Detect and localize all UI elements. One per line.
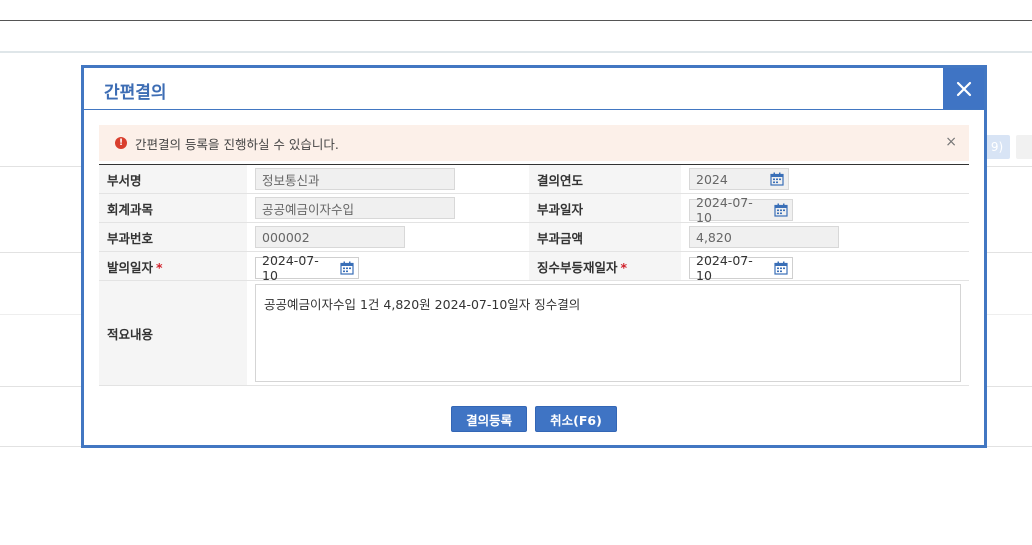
account-field: 공공예금이자수입 <box>255 197 455 219</box>
levy-number-field: 000002 <box>255 226 405 248</box>
proposal-date-field[interactable]: 2024-07-10 <box>255 253 359 283</box>
background-divider <box>0 51 1032 53</box>
dept-label: 부서명 <box>99 164 247 194</box>
calendar-icon[interactable] <box>766 169 788 189</box>
ledger-date-label: 징수부등재일자 * <box>529 251 681 281</box>
year-label: 결의연도 <box>529 164 681 194</box>
levy-number-label: 부과번호 <box>99 222 247 252</box>
background-button: 9) <box>984 135 1010 159</box>
levy-date-field: 2024-07-10 <box>689 195 793 225</box>
proposal-date-label-text: 발의일자 <box>107 259 154 275</box>
alert-close-button[interactable]: × <box>945 134 957 150</box>
levy-amount-label: 부과금액 <box>529 222 681 252</box>
account-label: 회계과목 <box>99 193 247 223</box>
summary-label: 적요내용 <box>99 280 247 386</box>
dept-field: 정보통신과 <box>255 168 455 190</box>
form-row: 발의일자 * 2024-07-10 징수부등재일자 * 2024-07-10 <box>99 251 969 283</box>
levy-date-label: 부과일자 <box>529 193 681 223</box>
dialog-header: 간편결의 <box>84 68 984 110</box>
resolution-form: 부서명 정보통신과 결의연도 2024 회계과목 공공예금이자수입 부과일자 2… <box>99 164 969 386</box>
form-row: 부서명 정보통신과 결의연도 2024 <box>99 164 969 194</box>
calendar-icon[interactable] <box>336 258 358 278</box>
levy-date-value: 2024-07-10 <box>696 194 753 225</box>
calendar-icon[interactable] <box>770 200 792 220</box>
dialog-close-button[interactable] <box>943 68 984 109</box>
ledger-date-field[interactable]: 2024-07-10 <box>689 253 793 283</box>
alert-message: 간편결의 등록을 진행하실 수 있습니다. <box>135 136 339 152</box>
required-mark: * <box>156 259 163 275</box>
calendar-icon[interactable] <box>770 258 792 278</box>
alert-circle-icon: ! <box>115 137 127 149</box>
form-row: 적요내용 공공예금이자수입 1건 4,820원 2024-07-10일자 징수결… <box>99 280 969 386</box>
register-resolution-button[interactable]: 결의등록 <box>451 406 528 432</box>
form-row: 회계과목 공공예금이자수입 부과일자 2024-07-10 <box>99 193 969 225</box>
background-divider <box>0 20 1032 21</box>
proposal-date-label: 발의일자 * <box>99 251 247 281</box>
proposal-date-value[interactable]: 2024-07-10 <box>256 253 336 283</box>
levy-amount-field: 4,820 <box>689 226 839 248</box>
info-alert: ! 간편결의 등록을 진행하실 수 있습니다. × <box>99 125 969 161</box>
background-button <box>1016 135 1032 159</box>
cancel-button[interactable]: 취소(F6) <box>535 406 617 432</box>
simple-resolution-dialog: 간편결의 ! 간편결의 등록을 진행하실 수 있습니다. × 부서명 정보통신과… <box>81 65 987 448</box>
year-value: 2024 <box>696 171 728 187</box>
dialog-title: 간편결의 <box>104 83 167 103</box>
dialog-footer: 결의등록 취소(F6) <box>84 406 984 432</box>
summary-textarea[interactable]: 공공예금이자수입 1건 4,820원 2024-07-10일자 징수결의 <box>255 284 961 382</box>
close-icon <box>956 81 971 96</box>
form-row: 부과번호 000002 부과금액 4,820 <box>99 222 969 252</box>
ledger-date-label-text: 징수부등재일자 <box>537 259 618 275</box>
required-mark: * <box>620 259 628 275</box>
ledger-date-value[interactable]: 2024-07-10 <box>690 253 770 283</box>
year-field: 2024 <box>689 168 789 190</box>
